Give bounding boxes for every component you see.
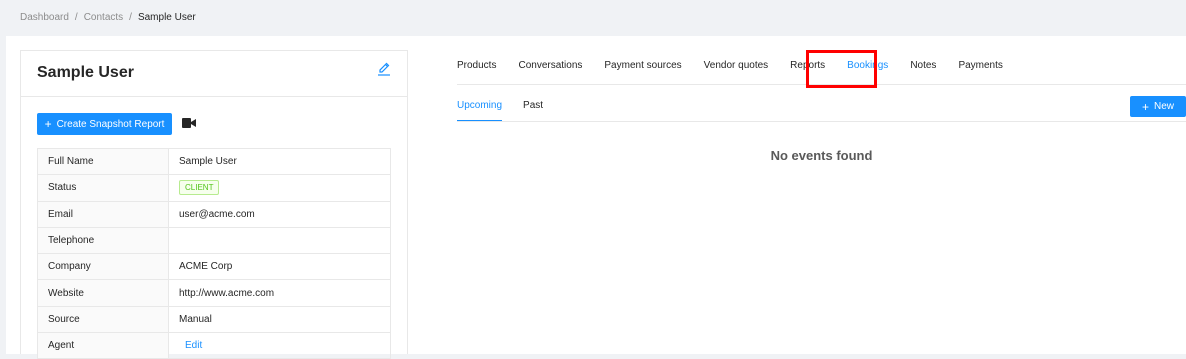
website-value: http://www.acme.com bbox=[168, 279, 391, 307]
full-name-value: Sample User bbox=[168, 147, 391, 176]
tab-products[interactable]: Products bbox=[457, 36, 496, 84]
card-header: Sample User bbox=[21, 51, 407, 97]
breadcrumb-separator: / bbox=[74, 12, 78, 23]
tab-payments[interactable]: Payments bbox=[958, 36, 1002, 84]
subtab-bar: Upcoming Past bbox=[457, 100, 564, 122]
company-label: Company bbox=[37, 253, 169, 281]
new-button-label: New bbox=[1154, 101, 1175, 112]
status-label: Status bbox=[37, 174, 169, 202]
table-row: Status CLIENT bbox=[37, 174, 391, 202]
table-row: Website http://www.acme.com bbox=[37, 279, 391, 307]
new-booking-button[interactable]: + New bbox=[1130, 96, 1186, 117]
tab-vendor-quotes[interactable]: Vendor quotes bbox=[704, 36, 769, 84]
tab-conversations[interactable]: Conversations bbox=[518, 36, 582, 84]
breadcrumb-contacts[interactable]: Contacts bbox=[84, 12, 123, 23]
breadcrumb-dashboard[interactable]: Dashboard bbox=[20, 12, 69, 23]
agent-value: Edit bbox=[168, 332, 391, 359]
source-label: Source bbox=[37, 305, 169, 334]
table-row: Telephone bbox=[37, 226, 391, 255]
tab-notes[interactable]: Notes bbox=[910, 36, 936, 84]
subtab-past[interactable]: Past bbox=[523, 100, 543, 122]
create-snapshot-report-button[interactable]: + Create Snapshot Report bbox=[37, 113, 172, 135]
full-name-label: Full Name bbox=[37, 147, 169, 176]
tab-bookings[interactable]: Bookings bbox=[847, 36, 888, 84]
telephone-value bbox=[168, 226, 391, 255]
tab-payment-sources[interactable]: Payment sources bbox=[604, 36, 681, 84]
tab-bar: Products Conversations Payment sources V… bbox=[457, 36, 1025, 84]
email-value: user@acme.com bbox=[168, 200, 391, 228]
website-label: Website bbox=[37, 279, 169, 307]
breadcrumb-current: Sample User bbox=[137, 12, 196, 23]
telephone-label: Telephone bbox=[37, 226, 169, 255]
source-value: Manual bbox=[168, 305, 391, 334]
create-snapshot-report-label: Create Snapshot Report bbox=[56, 118, 165, 130]
contact-details-table: Full Name Sample User Status CLIENT Emai… bbox=[37, 147, 391, 359]
contact-card: Sample User + Create Snapshot Report Ful… bbox=[20, 50, 408, 359]
plus-icon: + bbox=[1141, 99, 1149, 114]
table-row: Source Manual bbox=[37, 305, 391, 334]
pencil-icon[interactable] bbox=[377, 61, 391, 77]
status-badge: CLIENT bbox=[179, 180, 220, 196]
breadcrumb: Dashboard / Contacts / Sample User bbox=[20, 12, 196, 23]
agent-edit-link[interactable]: Edit bbox=[179, 340, 202, 351]
table-row: Company ACME Corp bbox=[37, 253, 391, 281]
email-label: Email bbox=[37, 200, 169, 228]
contact-name-title: Sample User bbox=[37, 64, 134, 81]
top-bar: Dashboard / Contacts / Sample User bbox=[0, 0, 1186, 36]
plus-icon: + bbox=[44, 117, 52, 131]
video-camera-icon[interactable] bbox=[182, 117, 196, 129]
empty-state-message: No events found bbox=[770, 148, 873, 163]
status-value: CLIENT bbox=[168, 174, 391, 202]
main-content: Sample User + Create Snapshot Report Ful… bbox=[6, 36, 1186, 359]
company-value: ACME Corp bbox=[168, 253, 391, 281]
agent-label: Agent bbox=[37, 332, 169, 359]
table-row: Agent Edit bbox=[37, 332, 391, 359]
breadcrumb-separator: / bbox=[129, 12, 132, 23]
subtab-upcoming[interactable]: Upcoming bbox=[457, 100, 503, 122]
tab-divider bbox=[457, 84, 1186, 85]
subtab-divider bbox=[457, 121, 1186, 122]
table-row: Full Name Sample User bbox=[37, 147, 391, 176]
table-row: Email user@acme.com bbox=[37, 200, 391, 228]
tab-reports[interactable]: Reports bbox=[790, 36, 825, 84]
